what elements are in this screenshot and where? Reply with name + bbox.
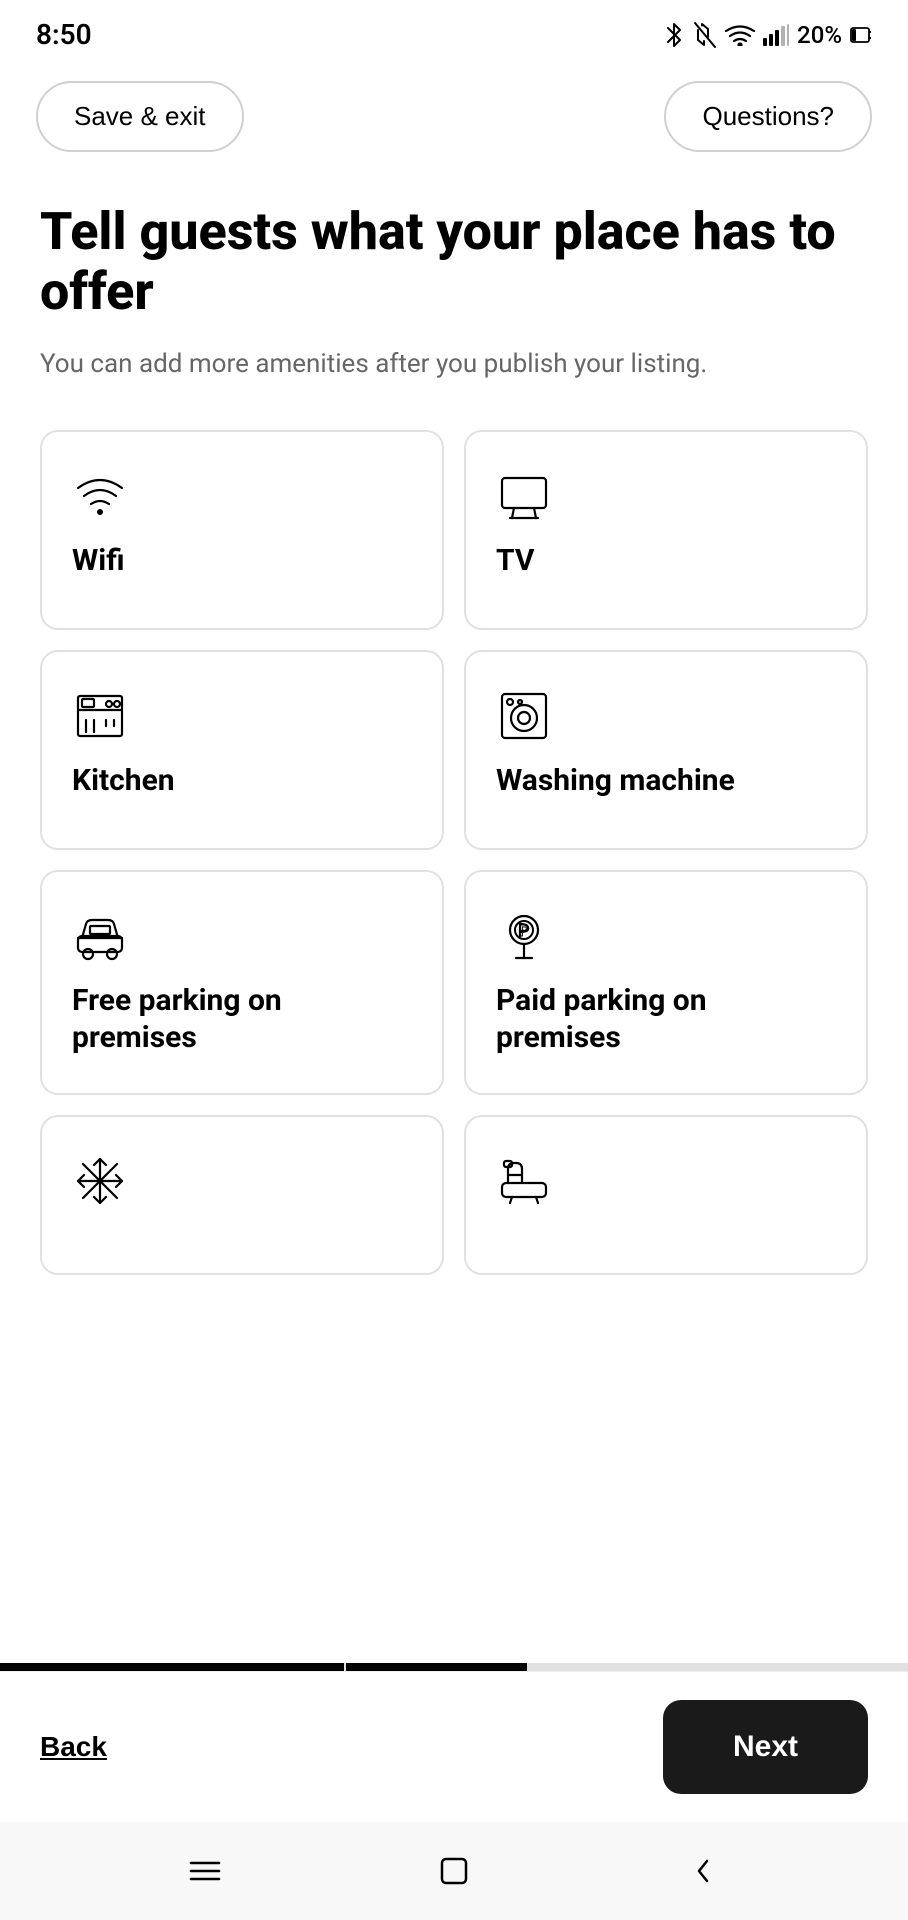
- questions-button[interactable]: Questions?: [664, 81, 872, 152]
- car-icon: [72, 908, 128, 964]
- washing-machine-icon: [496, 688, 552, 744]
- android-nav-bar: [0, 1822, 908, 1920]
- top-nav: Save & exit Questions?: [0, 61, 908, 172]
- status-bar: 8:50 20%: [0, 0, 908, 61]
- amenity-card-free-parking[interactable]: Free parking on premises: [40, 870, 444, 1095]
- back-button[interactable]: Back: [40, 1731, 107, 1763]
- next-button[interactable]: Next: [663, 1700, 868, 1794]
- save-exit-button[interactable]: Save & exit: [36, 81, 244, 152]
- progress-bar: [0, 1663, 908, 1671]
- bluetooth-icon: [663, 21, 685, 49]
- battery-icon: [850, 24, 872, 46]
- amenity-label-paid-parking: Paid parking on premises: [496, 982, 836, 1057]
- home-button[interactable]: [429, 1846, 479, 1896]
- amenity-card-ac[interactable]: [40, 1115, 444, 1275]
- paid-parking-icon: P: [496, 908, 552, 964]
- wifi-icon: [72, 468, 128, 524]
- amenity-card-paid-parking[interactable]: P Paid parking on premises: [464, 870, 868, 1095]
- progress-segment-2: [346, 1663, 527, 1671]
- amenity-card-kitchen[interactable]: Kitchen: [40, 650, 444, 850]
- page-title: Tell guests what your place has to offer: [40, 202, 868, 322]
- amenity-label-wifi: Wifi: [72, 542, 125, 580]
- status-right-icons: 20%: [663, 21, 872, 49]
- kitchen-icon: [72, 688, 128, 744]
- amenity-label-kitchen: Kitchen: [72, 762, 175, 800]
- bathtub-icon: [496, 1153, 552, 1209]
- amenity-card-tv[interactable]: TV: [464, 430, 868, 630]
- signal-bars-icon: [763, 24, 789, 46]
- progress-segment-1: [0, 1663, 344, 1671]
- mute-icon: [693, 21, 717, 49]
- battery-percent: 20%: [797, 21, 842, 49]
- page-subtitle: You can add more amenities after you pub…: [40, 346, 868, 382]
- tv-icon: [496, 468, 552, 524]
- amenity-grid: Wifi TV: [40, 430, 868, 1275]
- bottom-nav: Back Next: [0, 1671, 908, 1822]
- progress-segment-3: [527, 1663, 908, 1671]
- back-nav-button[interactable]: [678, 1846, 728, 1896]
- status-time: 8:50: [36, 18, 92, 51]
- amenity-label-washing-machine: Washing machine: [496, 762, 735, 800]
- signal-wifi-icon: [725, 24, 755, 46]
- amenity-card-wifi[interactable]: Wifi: [40, 430, 444, 630]
- main-content: Tell guests what your place has to offer…: [0, 172, 908, 1631]
- amenity-card-bathtub[interactable]: [464, 1115, 868, 1275]
- amenity-card-washing-machine[interactable]: Washing machine: [464, 650, 868, 850]
- snowflake-icon: [72, 1153, 128, 1209]
- recent-apps-button[interactable]: [180, 1846, 230, 1896]
- amenity-label-free-parking: Free parking on premises: [72, 982, 412, 1057]
- amenity-label-tv: TV: [496, 542, 534, 580]
